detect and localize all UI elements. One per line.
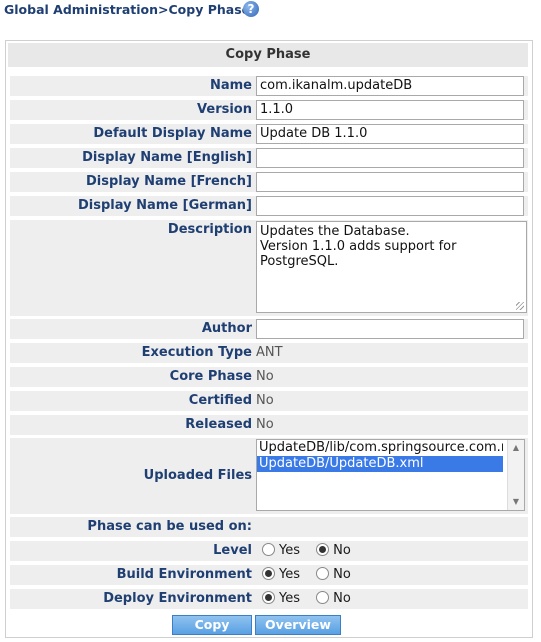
display-name-english-field[interactable]	[256, 148, 524, 168]
listbox-scrollbar[interactable]: ▲ ▼	[507, 440, 524, 510]
deploy-environment-row: Deploy Environment Yes No	[10, 589, 528, 609]
help-icon[interactable]: ?	[243, 1, 259, 17]
build-environment-radio-group: Yes No	[262, 565, 363, 585]
display-name-english-row: Display Name [English]	[10, 148, 528, 168]
deploy-environment-no-label[interactable]: No	[333, 591, 351, 606]
resize-grip-icon[interactable]	[516, 302, 524, 310]
level-row: Level Yes No	[10, 541, 528, 561]
deploy-environment-radio-group: Yes No	[262, 589, 363, 609]
display-name-french-row: Display Name [French]	[10, 172, 528, 192]
scroll-up-icon[interactable]: ▲	[508, 440, 524, 456]
overview-button[interactable]: Overview	[255, 615, 341, 635]
uploaded-file-item-selected[interactable]: UpdateDB/UpdateDB.xml	[257, 456, 503, 472]
released-value: No	[256, 417, 274, 432]
breadcrumb: Global Administration>Copy Phase	[4, 2, 251, 17]
name-row: Name com.ikanalm.updateDB	[10, 76, 528, 96]
level-yes-label[interactable]: Yes	[279, 543, 300, 558]
panel-title: Copy Phase	[8, 43, 528, 67]
uploaded-files-listbox[interactable]: UpdateDB/lib/com.springsource.com.mysql …	[256, 439, 525, 511]
build-environment-label: Build Environment	[116, 567, 252, 582]
author-field[interactable]	[256, 319, 524, 339]
display-name-german-field[interactable]	[256, 196, 524, 216]
build-environment-yes-label[interactable]: Yes	[279, 567, 300, 582]
default-display-name-field[interactable]: Update DB 1.1.0	[256, 124, 524, 144]
uploaded-files-label: Uploaded Files	[143, 468, 252, 483]
build-environment-row: Build Environment Yes No	[10, 565, 528, 585]
name-label: Name	[209, 78, 252, 93]
core-phase-label: Core Phase	[169, 369, 252, 384]
level-yes-radio[interactable]	[262, 543, 275, 556]
copy-button[interactable]: Copy	[172, 615, 252, 635]
description-line: PostgreSQL.	[260, 254, 339, 269]
description-line: Version 1.1.0 adds support for	[260, 239, 457, 254]
deploy-environment-yes-radio[interactable]	[262, 591, 275, 604]
default-display-name-row: Default Display Name Update DB 1.1.0	[10, 124, 528, 144]
description-line: Updates the Database.	[260, 224, 410, 239]
level-radio-group: Yes No	[262, 541, 363, 561]
display-name-german-label: Display Name [German]	[77, 198, 252, 213]
copy-phase-panel: Copy Phase Name com.ikanalm.updateDB Ver…	[5, 40, 533, 638]
certified-row: Certified No	[10, 391, 528, 411]
display-name-english-label: Display Name [English]	[82, 150, 252, 165]
description-label: Description	[167, 222, 252, 237]
level-label: Level	[213, 543, 252, 558]
core-phase-row: Core Phase No	[10, 367, 528, 387]
author-row: Author	[10, 319, 528, 339]
execution-type-value: ANT	[256, 345, 283, 360]
version-label: Version	[197, 102, 252, 117]
level-no-label[interactable]: No	[333, 543, 351, 558]
version-field[interactable]: 1.1.0	[256, 100, 524, 120]
description-textarea[interactable]: Updates the Database. Version 1.1.0 adds…	[256, 221, 527, 313]
released-row: Released No	[10, 415, 528, 435]
usage-heading-row: Phase can be used on:	[10, 517, 528, 537]
name-field[interactable]: com.ikanalm.updateDB	[256, 76, 524, 96]
display-name-french-label: Display Name [French]	[85, 174, 252, 189]
execution-type-label: Execution Type	[141, 345, 252, 360]
uploaded-file-item[interactable]: UpdateDB/lib/com.springsource.com.mysql	[257, 440, 503, 456]
build-environment-no-radio[interactable]	[316, 567, 330, 580]
certified-label: Certified	[188, 393, 252, 408]
display-name-french-field[interactable]	[256, 172, 524, 192]
deploy-environment-no-radio[interactable]	[316, 591, 330, 604]
execution-type-row: Execution Type ANT	[10, 343, 528, 363]
version-row: Version 1.1.0	[10, 100, 528, 120]
usage-heading: Phase can be used on:	[87, 519, 252, 534]
build-environment-yes-radio[interactable]	[262, 567, 275, 580]
author-label: Author	[201, 321, 252, 336]
scroll-down-icon[interactable]: ▼	[508, 494, 524, 510]
deploy-environment-yes-label[interactable]: Yes	[279, 591, 300, 606]
released-label: Released	[185, 417, 252, 432]
default-display-name-label: Default Display Name	[93, 126, 252, 141]
build-environment-no-label[interactable]: No	[333, 567, 351, 582]
deploy-environment-label: Deploy Environment	[103, 591, 252, 606]
core-phase-value: No	[256, 369, 274, 384]
certified-value: No	[256, 393, 274, 408]
display-name-german-row: Display Name [German]	[10, 196, 528, 216]
level-no-radio[interactable]	[316, 543, 330, 556]
